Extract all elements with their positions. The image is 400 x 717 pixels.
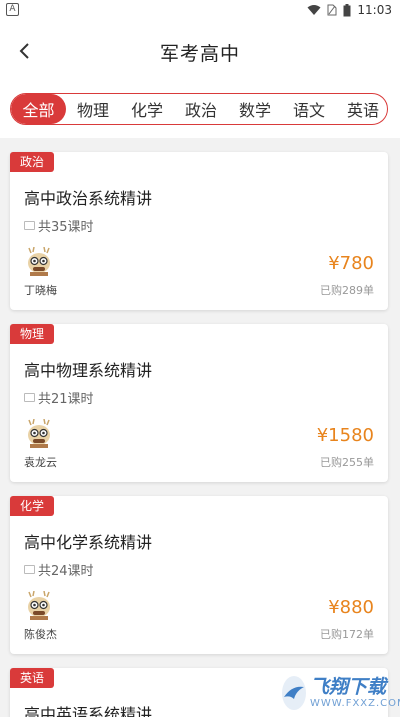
tab-english[interactable]: 英语 — [336, 94, 387, 124]
course-price: ¥1580 — [316, 425, 374, 446]
subject-tag: 英语 — [10, 668, 55, 688]
sold-count: 已购289单 — [320, 284, 374, 297]
course-title: 高中化学系统精讲 — [24, 533, 153, 552]
tab-chemistry[interactable]: 化学 — [120, 94, 174, 124]
course-title: 高中英语系统精讲 — [24, 705, 153, 717]
tab-politics[interactable]: 政治 — [174, 94, 228, 124]
course-card[interactable]: 物理 高中物理系统精讲 共21课时 袁龙云 ¥1580 已购255单 — [10, 324, 388, 482]
sold-count: 已购255单 — [320, 456, 374, 469]
course-title: 高中政治系统精讲 — [24, 189, 153, 208]
teacher-name: 袁龙云 — [24, 456, 57, 469]
app-notification-icon: A — [6, 3, 19, 16]
teacher-avatar — [24, 246, 54, 277]
subject-tag: 化学 — [10, 496, 55, 516]
lesson-count: 共35课时 — [38, 220, 94, 235]
subject-tabs: 全部 物理 化学 政治 数学 语文 英语 — [10, 93, 388, 125]
book-icon — [24, 221, 35, 230]
course-price: ¥780 — [328, 253, 374, 274]
bird-logo-icon — [282, 676, 306, 710]
book-icon — [24, 393, 35, 402]
watermark-text: 飞翔下载 — [310, 675, 387, 698]
watermark-logo: 飞翔下载 WWW.FXXZ.COM — [282, 672, 400, 714]
lesson-count: 共21课时 — [38, 392, 94, 407]
subject-tag: 政治 — [10, 152, 55, 172]
lesson-count: 共24课时 — [38, 564, 94, 579]
watermark-url: WWW.FXXZ.COM — [310, 697, 400, 709]
tab-physics[interactable]: 物理 — [66, 94, 120, 124]
tab-chinese[interactable]: 语文 — [282, 94, 336, 124]
lesson-count-row: 共21课时 — [24, 388, 94, 407]
teacher-avatar — [24, 418, 54, 449]
teacher-name: 丁晓梅 — [24, 284, 57, 297]
tab-math[interactable]: 数学 — [228, 94, 282, 124]
teacher-name: 陈俊杰 — [24, 628, 57, 641]
subject-tag: 物理 — [10, 324, 55, 344]
course-title: 高中物理系统精讲 — [24, 361, 153, 380]
lesson-count-row: 共24课时 — [24, 560, 94, 579]
course-card[interactable]: 政治 高中政治系统精讲 共35课时 丁晓梅 ¥780 已购289单 — [10, 152, 388, 310]
status-bar: A 11:03 — [0, 0, 400, 22]
teacher-avatar — [24, 590, 54, 621]
page-title: 军考高中 — [159, 43, 240, 65]
app-header: 军考高中 — [0, 22, 400, 80]
course-card[interactable]: 化学 高中化学系统精讲 共24课时 陈俊杰 ¥880 已购172单 — [10, 496, 388, 654]
sold-count: 已购172单 — [320, 628, 374, 641]
wifi-icon — [307, 4, 321, 16]
sim-icon — [327, 4, 337, 16]
book-icon — [24, 565, 35, 574]
course-price: ¥880 — [328, 597, 374, 618]
subject-tab-bar: 全部 物理 化学 政治 数学 语文 英语 — [0, 80, 400, 138]
battery-icon — [343, 3, 351, 17]
tab-all[interactable]: 全部 — [11, 94, 66, 124]
lesson-count-row: 共35课时 — [24, 216, 94, 235]
status-time: 11:03 — [357, 3, 392, 17]
